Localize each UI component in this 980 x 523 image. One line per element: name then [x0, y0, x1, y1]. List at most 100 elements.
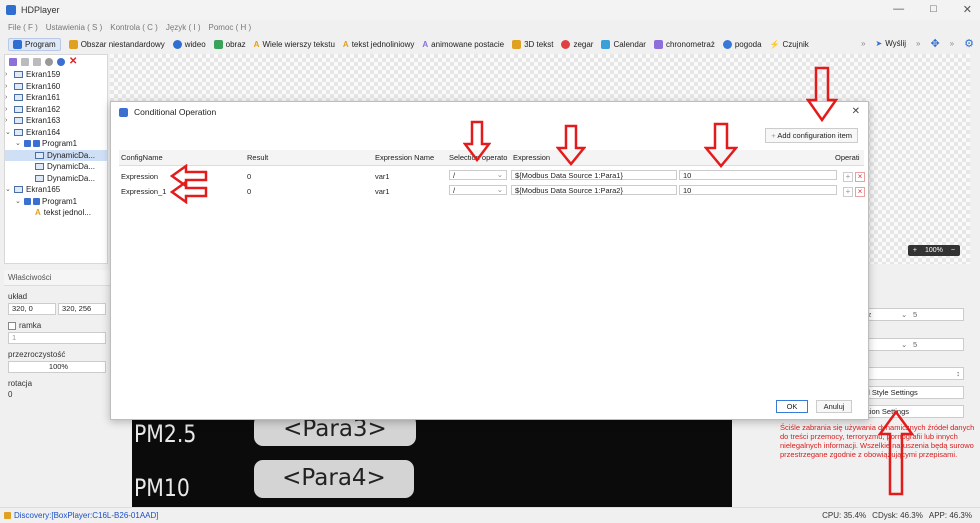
expression-field[interactable]: ${Modbus Data Source 1:Para2} [511, 185, 677, 195]
toolbar-multiline-text-button[interactable]: A Wiele wierszy tekstu [254, 40, 335, 49]
toolbar-stopwatch-button[interactable]: chronometraż [653, 39, 715, 49]
delete-icon[interactable]: ✕ [69, 57, 77, 67]
menu-file[interactable]: File ( F ) [8, 23, 38, 32]
expression-name-cell[interactable]: var1 [375, 187, 390, 196]
opacity-field[interactable]: 100% [8, 361, 106, 373]
tree-item-program[interactable]: ⌄ Program1 [5, 138, 107, 150]
checkbox-icon[interactable] [24, 197, 31, 205]
move-up-icon[interactable] [45, 58, 53, 66]
toolbar-image-button[interactable]: obraz [213, 39, 246, 49]
toolbar-single-line-text-button[interactable]: Atekst jednoliniowy [343, 40, 414, 49]
toolbar-custom-area-button[interactable]: Obszar niestandardowy [68, 39, 165, 49]
chevron-down-icon: ⌄ [5, 128, 11, 136]
add-configuration-item-button[interactable]: + Add configuration item [765, 128, 858, 143]
more-icon[interactable]: » [861, 39, 865, 48]
copy-icon[interactable] [21, 58, 29, 66]
paste-icon[interactable] [33, 58, 41, 66]
tree-toolbar: ✕ [5, 55, 107, 69]
tree-item-program[interactable]: ⌄ Program1 [5, 196, 107, 208]
toolbar-calendar-button[interactable]: Calendar [601, 39, 646, 49]
annotation-arrow-down-icon [704, 122, 738, 168]
style-settings-button[interactable]: al Style Settings [860, 386, 964, 399]
weather-icon [722, 39, 732, 49]
size-field[interactable]: 320, 256 [58, 303, 106, 315]
zoom-in-button[interactable]: + [913, 247, 917, 254]
toolbar-video-button[interactable]: wideo [172, 39, 206, 49]
select-field[interactable]: ⌄ 5 [860, 338, 964, 351]
discovery-status[interactable]: Discovery:[BoxPlayer:C16L-B26-01AAD] [0, 511, 159, 520]
delete-row-button[interactable]: × [855, 172, 865, 182]
tree-item-screen[interactable]: › Ekran161 [5, 92, 107, 104]
move-icon[interactable]: ✥ [930, 37, 939, 50]
toolbar-weather-button[interactable]: pogoda [722, 39, 762, 49]
close-icon[interactable]: ✕ [852, 106, 860, 117]
toolbar-animated-text-button[interactable]: Aanimowane postacie [422, 40, 504, 49]
table-row[interactable]: Expression_1 0 var1 /⌄ ${Modbus Data Sou… [119, 184, 865, 197]
add-row-button[interactable]: + [843, 172, 853, 182]
screen-icon [14, 186, 23, 194]
tree-item-dynamic-data[interactable]: DynamicDa... [5, 161, 107, 173]
menu-control[interactable]: Kontrola ( C ) [110, 23, 158, 32]
operator-select[interactable]: / ⌄ [449, 170, 507, 180]
toolbar-program-button[interactable]: Program [8, 37, 61, 51]
config-name-cell[interactable]: Expression_1 [121, 187, 166, 196]
toolbar-clock-button[interactable]: zegar [561, 39, 593, 49]
config-name-cell[interactable]: Expression [121, 172, 158, 181]
select-field[interactable]: cz⌄5 [860, 308, 964, 321]
expression-name-cell[interactable]: var1 [375, 172, 390, 181]
column-config-name: ConfigName [121, 153, 163, 162]
tree-item-screen[interactable]: › Ekran162 [5, 104, 107, 116]
value-field[interactable]: 10 [679, 185, 837, 195]
minimize-button[interactable]: — [893, 3, 904, 16]
tree-item-screen[interactable]: ⌄ Ekran165 [5, 184, 107, 196]
annotation-arrow-up-icon [878, 410, 914, 496]
app-usage: APP: 46.3% [928, 511, 972, 520]
delete-row-button[interactable]: × [855, 187, 865, 197]
disk-usage: CDysk: 46.3% [872, 511, 923, 520]
rotation-value[interactable]: 0 [4, 390, 110, 399]
more-icon-3[interactable]: » [950, 39, 954, 48]
position-field[interactable]: 320, 0 [8, 303, 56, 315]
cancel-button[interactable]: Anuluj [816, 400, 852, 413]
toolbar-3d-text-button[interactable]: 3D tekst [512, 39, 553, 49]
send-button[interactable]: ➤ Wyślij [875, 39, 906, 48]
border-width-field[interactable]: 1 [8, 332, 106, 344]
spin-field[interactable]: ↕ [860, 367, 964, 380]
status-bar: Discovery:[BoxPlayer:C16L-B26-01AAD] CPU… [0, 507, 980, 523]
tree-item-dynamic-data[interactable]: DynamicDa... [5, 173, 107, 185]
close-window-button[interactable]: ✕ [963, 3, 972, 16]
tree-item-dynamic-data[interactable]: DynamicDa... [5, 149, 107, 161]
tree-item-screen[interactable]: › Ekran159 [5, 69, 107, 81]
menu-help[interactable]: Pomoc ( H ) [209, 23, 252, 32]
tree-item-text[interactable]: Atekst jednol... [5, 207, 107, 219]
screen-icon [14, 82, 23, 90]
annotation-arrow-down-icon [556, 124, 586, 166]
more-icon-2[interactable]: » [916, 39, 920, 48]
new-screen-icon[interactable] [9, 58, 17, 66]
sensor-icon: ⚡ [769, 39, 780, 49]
table-row[interactable]: Expression 0 var1 /⌄ ${Modbus Data Sourc… [119, 169, 865, 182]
tree-item-screen[interactable]: › Ekran160 [5, 81, 107, 93]
value-field[interactable]: 10 [679, 170, 837, 180]
preview-label: PM10 [134, 474, 190, 502]
settings-icon[interactable]: ⚙ [964, 37, 974, 50]
expression-field[interactable]: ${Modbus Data Source 1:Para1} [511, 170, 677, 180]
toolbar-sensor-button[interactable]: ⚡ Czujnik [770, 40, 809, 49]
screen-icon [14, 117, 23, 125]
maximize-button[interactable]: □ [930, 3, 937, 16]
checkbox-icon[interactable] [24, 140, 31, 148]
ok-button[interactable]: OK [776, 400, 808, 413]
column-operation: Operati [835, 153, 860, 162]
add-row-button[interactable]: + [843, 187, 853, 197]
column-expression-name: Expression Name [375, 153, 435, 162]
tree-item-screen[interactable]: ⌄ Ekran164 [5, 127, 107, 139]
menu-settings[interactable]: Ustawienia ( S ) [46, 23, 102, 32]
move-down-icon[interactable] [57, 58, 65, 66]
border-checkbox[interactable] [8, 321, 16, 330]
operator-select[interactable]: / ⌄ [449, 185, 507, 195]
menu-language[interactable]: Język ( I ) [166, 23, 201, 32]
zoom-out-button[interactable]: − [951, 247, 955, 254]
menu-bar: File ( F ) Ustawienia ( S ) Kontrola ( C… [0, 20, 980, 34]
tree-item-screen[interactable]: › Ekran163 [5, 115, 107, 127]
single-line-text-icon: A [342, 39, 349, 49]
